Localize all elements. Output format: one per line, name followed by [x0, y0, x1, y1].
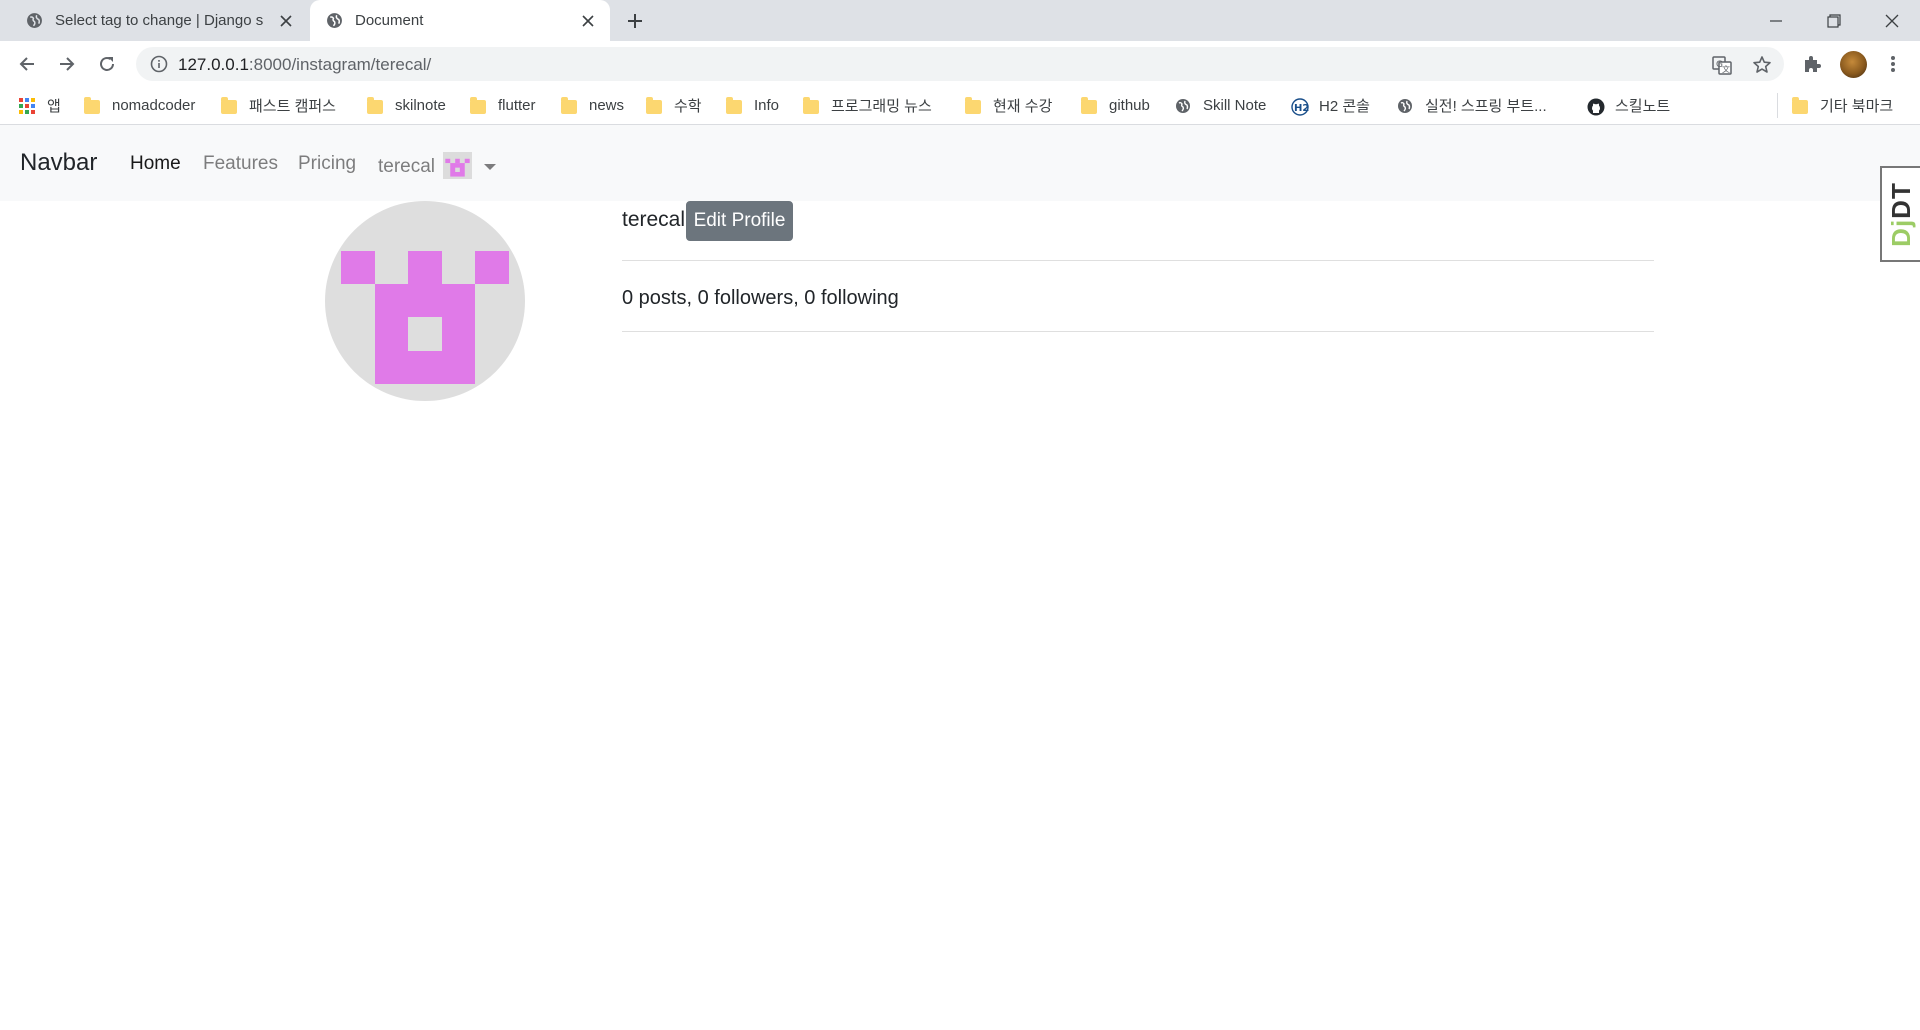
- url-path: :8000/instagram/terecal/: [248, 55, 432, 74]
- bookmark-label: H2 콘솔: [1319, 98, 1370, 115]
- close-tab-icon[interactable]: [580, 13, 596, 29]
- svg-text:文: 文: [1722, 64, 1730, 74]
- folder-icon: [84, 96, 100, 114]
- bookmark-folder-news[interactable]: news: [561, 87, 624, 124]
- profile-stats: 0 posts, 0 followers, 0 following: [622, 287, 899, 309]
- bookmark-label: Info: [754, 97, 780, 114]
- browser-tab-strip: Select tag to change | Django s Document: [0, 0, 1920, 41]
- github-icon: [1587, 98, 1605, 115]
- bookmark-folder-flutter[interactable]: flutter: [470, 87, 536, 124]
- globe-icon: [26, 12, 43, 29]
- restore-window-button[interactable]: [1806, 0, 1862, 41]
- folder-icon: [1792, 96, 1808, 114]
- divider: [622, 331, 1654, 332]
- edit-profile-button[interactable]: Edit Profile: [686, 201, 793, 241]
- bookmark-folder-other[interactable]: 기타 북마크: [1792, 87, 1893, 124]
- browser-tab-document[interactable]: Document: [310, 0, 610, 41]
- bookmark-label: 실전! 스프링 부트...: [1425, 98, 1547, 115]
- site-navbar: Navbar Home Features Pricing terecal: [0, 125, 1920, 201]
- folder-icon: [803, 96, 819, 114]
- djdt-logo: DjDT: [1885, 181, 1916, 247]
- bookmark-folder-programming-news[interactable]: 프로그래밍 뉴스: [803, 87, 932, 124]
- bookmark-skillnote-github[interactable]: 스킬노트: [1587, 87, 1670, 124]
- bookmark-folder-github[interactable]: github: [1081, 87, 1150, 124]
- reload-button[interactable]: [91, 48, 123, 80]
- nav-link-features[interactable]: Features: [203, 153, 278, 175]
- bookmark-folder-math[interactable]: 수학: [646, 87, 702, 124]
- bookmark-label: skilnote: [395, 97, 446, 114]
- folder-icon: [646, 96, 662, 114]
- divider: [622, 260, 1654, 261]
- browser-menu-icon[interactable]: [1878, 49, 1908, 79]
- bookmark-label: 스킬노트: [1615, 98, 1671, 115]
- extensions-puzzle-icon[interactable]: [1797, 49, 1827, 79]
- chevron-down-icon: [484, 163, 497, 170]
- new-tab-button[interactable]: [622, 8, 648, 34]
- forward-button[interactable]: [51, 48, 83, 80]
- user-identicon: [443, 152, 473, 179]
- translate-icon[interactable]: G文: [1712, 55, 1732, 75]
- minimize-window-button[interactable]: [1748, 0, 1804, 41]
- nav-link-pricing[interactable]: Pricing: [298, 153, 356, 175]
- folder-icon: [965, 96, 981, 114]
- info-icon[interactable]: [150, 55, 168, 73]
- bookmark-apps[interactable]: 앱: [19, 87, 61, 124]
- bookmark-label: Skill Note: [1203, 97, 1267, 114]
- bookmark-label: news: [589, 97, 625, 114]
- url-text[interactable]: 127.0.0.1:8000/instagram/terecal/: [178, 55, 431, 75]
- profile-username: terecal: [622, 208, 686, 231]
- globe-icon: [1175, 98, 1191, 114]
- svg-text:H2: H2: [1294, 103, 1309, 114]
- bookmark-folder-info[interactable]: Info: [726, 87, 779, 124]
- bookmark-label: nomadcoder: [112, 97, 196, 114]
- tab-title: Document: [355, 12, 424, 29]
- close-tab-icon[interactable]: [278, 13, 294, 29]
- bookmark-h2-console[interactable]: H2 H2 콘솔: [1291, 87, 1370, 124]
- bookmark-label: 기타 북마크: [1820, 98, 1894, 115]
- tab-title: Select tag to change | Django s: [55, 12, 264, 29]
- folder-icon: [367, 96, 383, 114]
- profile-avatar[interactable]: [1840, 51, 1867, 78]
- bookmark-folder-skilnote[interactable]: skilnote: [367, 87, 446, 124]
- bookmark-label: 패스트 캠퍼스: [249, 98, 336, 115]
- apps-grid-icon: [19, 97, 35, 114]
- folder-icon: [221, 96, 237, 114]
- nav-username: terecal: [378, 155, 436, 177]
- bookmark-folder-nomadcoder[interactable]: nomadcoder: [84, 87, 195, 124]
- folder-icon: [561, 96, 577, 114]
- nav-link-home[interactable]: Home: [130, 153, 181, 175]
- django-debug-toolbar-handle[interactable]: DjDT: [1880, 166, 1920, 262]
- back-button[interactable]: [11, 48, 43, 80]
- folder-icon: [726, 96, 742, 114]
- user-dropdown-toggle[interactable]: terecal: [378, 152, 497, 180]
- bookmark-folder-fastcampus[interactable]: 패스트 캠퍼스: [221, 87, 336, 124]
- browser-toolbar: 127.0.0.1:8000/instagram/terecal/ G文: [0, 41, 1920, 87]
- bookmark-label: 프로그래밍 뉴스: [831, 98, 932, 115]
- browser-tab-django-admin[interactable]: Select tag to change | Django s: [10, 0, 308, 41]
- profile-avatar-large: [325, 201, 525, 401]
- bookmark-spring-boot[interactable]: 실전! 스프링 부트...: [1397, 87, 1547, 124]
- folder-icon: [470, 96, 486, 114]
- bookmark-label: 앱: [47, 98, 61, 115]
- bookmark-star-icon[interactable]: [1752, 55, 1772, 75]
- address-bar[interactable]: 127.0.0.1:8000/instagram/terecal/ G文: [136, 47, 1784, 81]
- h2-icon: H2: [1291, 97, 1309, 116]
- bookmark-label: flutter: [498, 97, 536, 114]
- bookmark-label: 현재 수강: [993, 98, 1053, 115]
- close-window-button[interactable]: [1864, 0, 1920, 41]
- url-host: 127.0.0.1: [178, 55, 249, 74]
- globe-icon: [326, 12, 343, 29]
- bookmarks-divider: [1777, 93, 1778, 118]
- bookmarks-bar: 앱 nomadcoder 패스트 캠퍼스 skilnote flutter ne…: [0, 87, 1920, 125]
- bookmark-label: 수학: [674, 98, 702, 115]
- bookmark-skill-note[interactable]: Skill Note: [1175, 87, 1266, 124]
- navbar-brand[interactable]: Navbar: [20, 149, 97, 177]
- globe-icon: [1397, 98, 1413, 114]
- bookmark-label: github: [1109, 97, 1150, 114]
- bookmark-folder-current-courses[interactable]: 현재 수강: [965, 87, 1052, 124]
- folder-icon: [1081, 96, 1097, 114]
